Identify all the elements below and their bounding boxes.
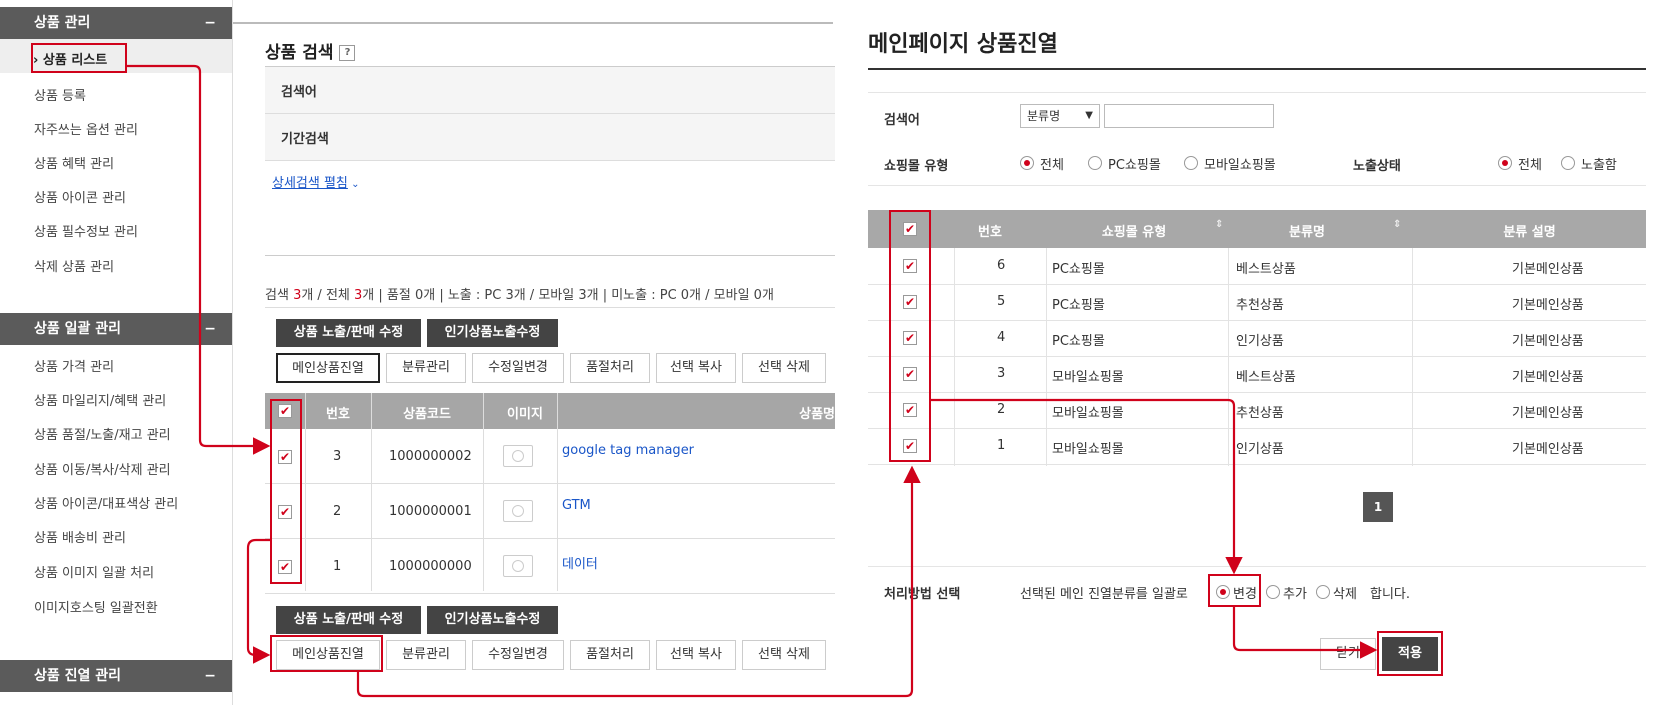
arrow-checkboxes-to-method — [931, 398, 1243, 575]
arrow-method-to-apply — [1232, 607, 1378, 659]
arrow-button-to-dialog — [356, 465, 921, 698]
annotation-arrows — [127, 64, 1378, 698]
arrow-checkboxes-to-button — [246, 538, 271, 664]
arrow-list-to-checkboxes — [127, 64, 271, 455]
